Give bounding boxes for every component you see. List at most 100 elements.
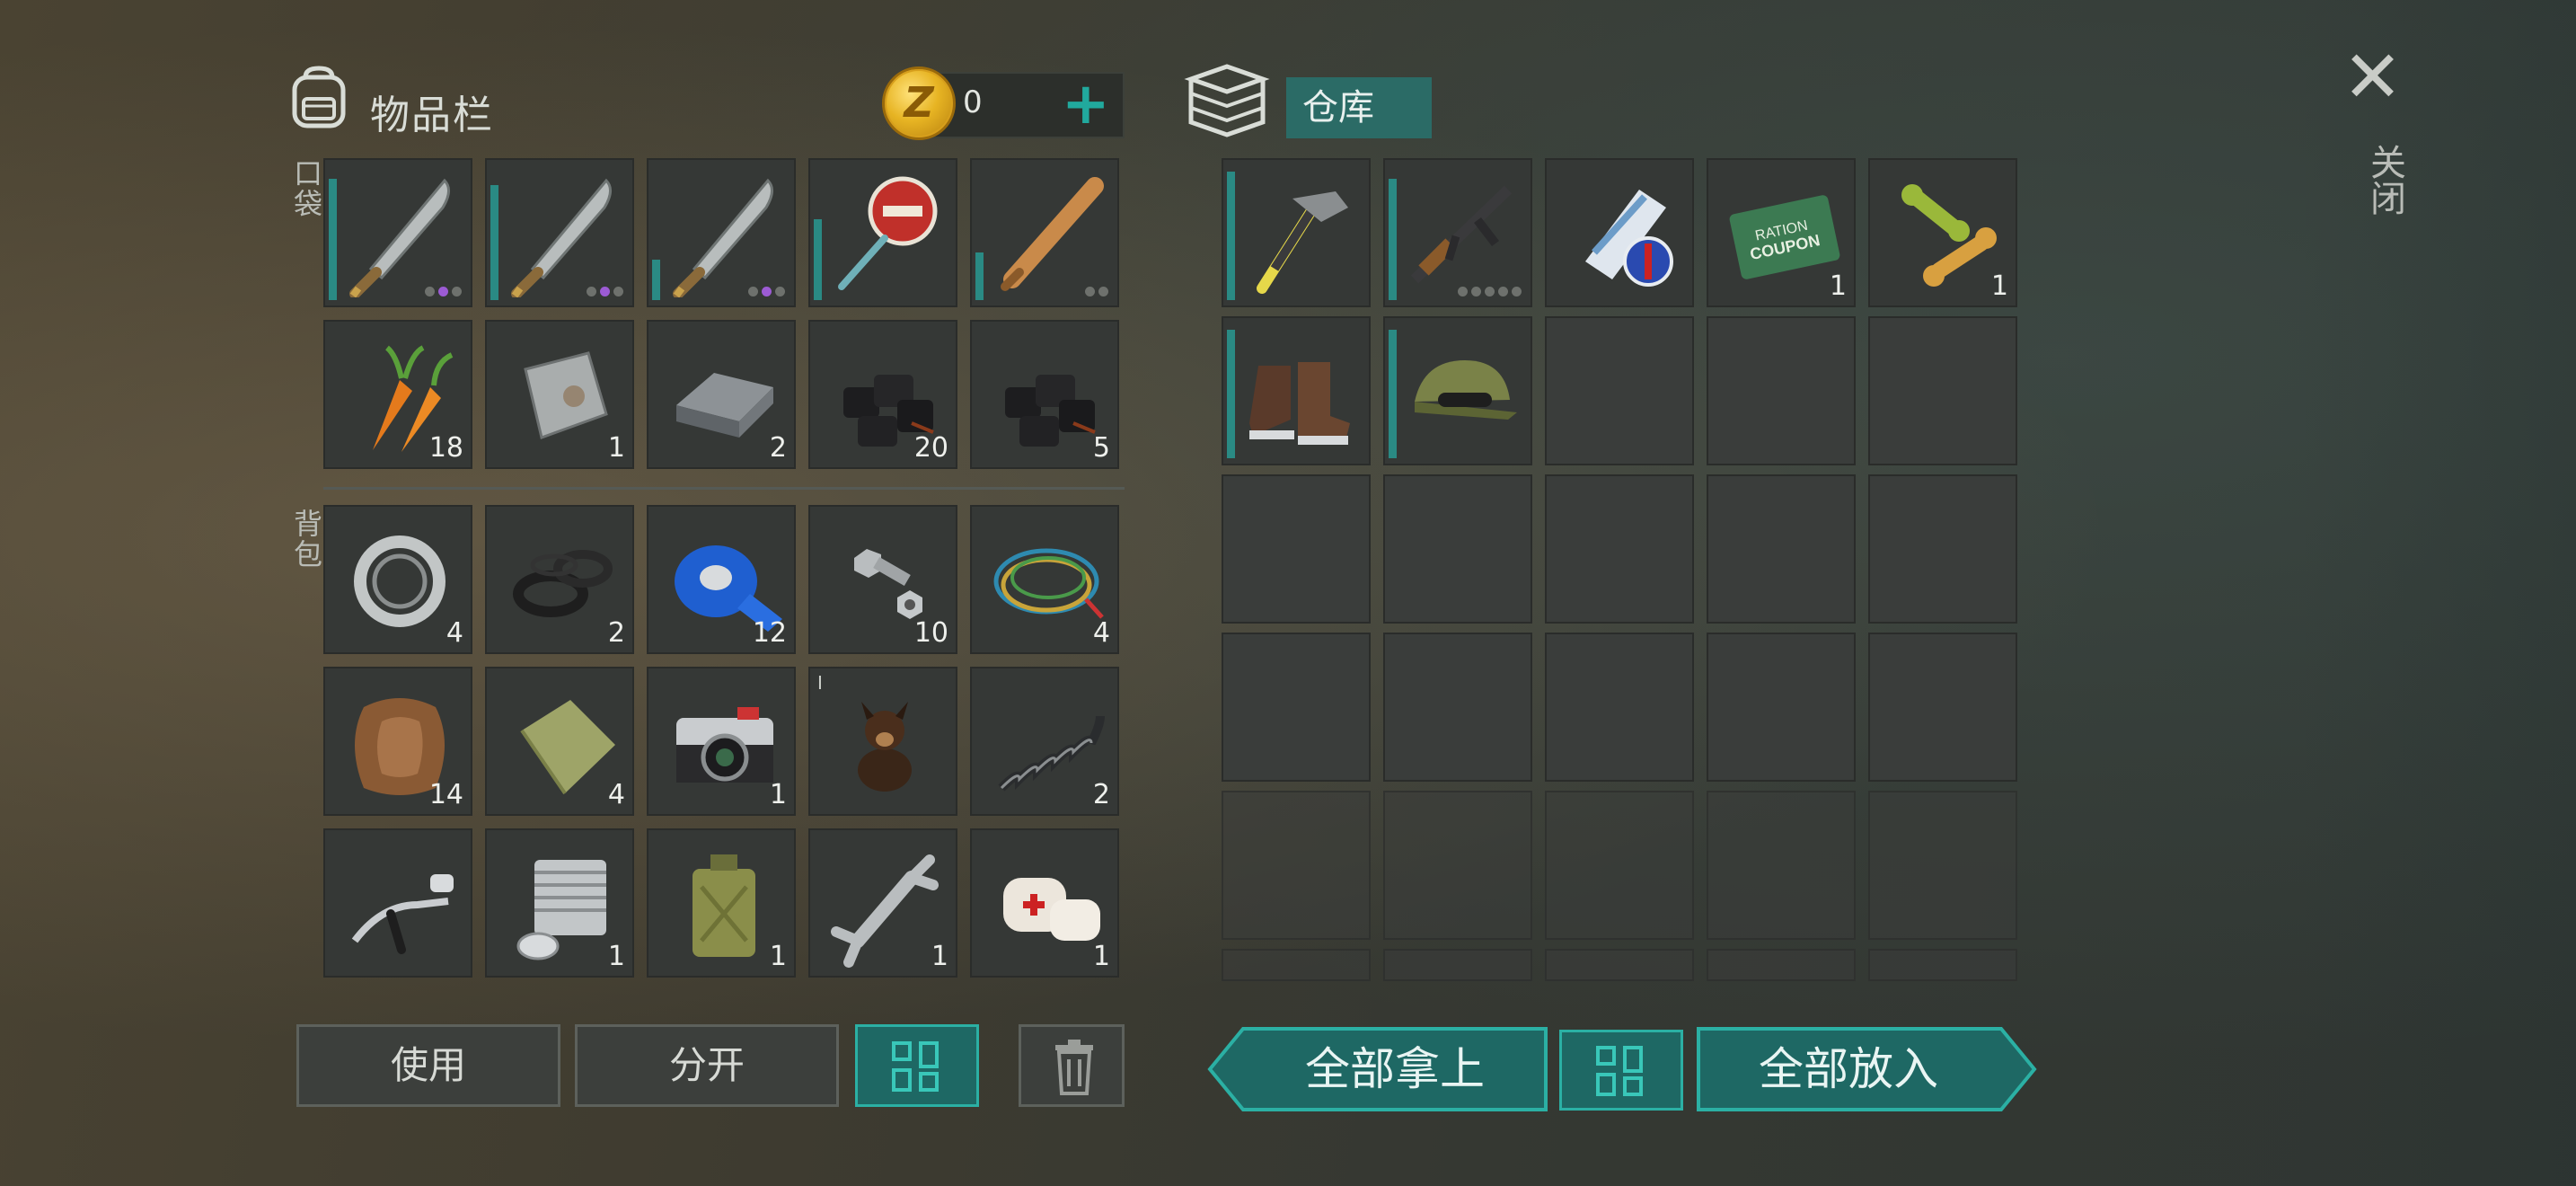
- inventory-slot[interactable]: 1: [1868, 158, 2017, 307]
- empty-slot[interactable]: [1707, 474, 1856, 624]
- item-quantity: 4: [607, 779, 625, 810]
- inventory-slot[interactable]: 2: [485, 505, 634, 654]
- inventory-slot[interactable]: [1383, 316, 1532, 465]
- empty-slot[interactable]: [1383, 474, 1532, 624]
- inventory-slot[interactable]: 20: [808, 320, 957, 469]
- inventory-slot[interactable]: 4: [323, 505, 472, 654]
- inventory-slot[interactable]: 1: [808, 828, 957, 978]
- coin-letter: Z: [904, 78, 934, 127]
- quality-dots: [748, 287, 785, 296]
- inventory-slot[interactable]: 1: [485, 320, 634, 469]
- inventory-slot[interactable]: 1: [647, 828, 796, 978]
- jerry-can-icon: [693, 854, 755, 957]
- empty-slot[interactable]: [1868, 316, 2017, 465]
- inventory-slot[interactable]: 12: [647, 505, 796, 654]
- rolled-poster-icon: [1585, 190, 1673, 287]
- inventory-slot[interactable]: 14: [323, 667, 472, 816]
- empty-slot[interactable]: [1868, 949, 2017, 981]
- inventory-slot[interactable]: 10: [808, 505, 957, 654]
- dog-figure-icon: [858, 702, 912, 792]
- inventory-slot[interactable]: 1: [485, 828, 634, 978]
- inventory-slot[interactable]: 2: [647, 320, 796, 469]
- inventory-slot[interactable]: RATION COUPON 1: [1707, 158, 1856, 307]
- item-quantity: 14: [428, 779, 463, 810]
- split-button[interactable]: 分开: [575, 1024, 839, 1107]
- empty-slot[interactable]: [1383, 949, 1532, 981]
- coin-icon: Z: [882, 66, 956, 140]
- empty-slot[interactable]: [1222, 474, 1371, 624]
- baseball-bat-icon: [1001, 177, 1104, 291]
- inventory-slot[interactable]: [323, 828, 472, 978]
- inventory-slot[interactable]: 4: [970, 505, 1119, 654]
- rubber-seals-icon: [513, 550, 613, 617]
- item-quantity: 1: [1990, 270, 2008, 302]
- use-button[interactable]: 使用: [296, 1024, 560, 1107]
- inventory-slot[interactable]: 5: [970, 320, 1119, 469]
- empty-slot[interactable]: [1545, 316, 1694, 465]
- empty-slot[interactable]: [1545, 633, 1694, 782]
- delete-button[interactable]: [1019, 1024, 1125, 1107]
- inventory-slot[interactable]: [970, 158, 1119, 307]
- grid-icon: [1596, 1046, 1646, 1096]
- item-quantity: 1: [607, 941, 625, 972]
- inventory-slot[interactable]: 4: [485, 667, 634, 816]
- item-quantity: 2: [769, 432, 787, 464]
- inventory-slot[interactable]: 18: [323, 320, 472, 469]
- empty-slot[interactable]: [1222, 791, 1371, 940]
- cloth-icon: [520, 700, 615, 795]
- empty-slot[interactable]: [1222, 949, 1371, 981]
- inventory-slot[interactable]: [1383, 158, 1532, 307]
- take-all-button[interactable]: 全部拿上: [1243, 1026, 1547, 1112]
- inventory-slot[interactable]: [485, 158, 634, 307]
- inventory-slot[interactable]: 2: [970, 667, 1119, 816]
- sort-inventory-button[interactable]: [855, 1024, 979, 1107]
- close-label[interactable]: 关闭: [2359, 144, 2411, 216]
- item-quantity: 1: [769, 941, 787, 972]
- item-quantity: 10: [913, 617, 948, 649]
- inventory-slot[interactable]: [1545, 158, 1694, 307]
- empty-slot[interactable]: [1707, 316, 1856, 465]
- engine-cylinder-icon: [516, 860, 606, 960]
- inventory-slot[interactable]: [323, 158, 472, 307]
- item-quantity: 1: [769, 779, 787, 810]
- camera-icon: [676, 707, 773, 783]
- storage-tab[interactable]: 仓库: [1286, 77, 1432, 138]
- backpack-label: 背包: [289, 509, 323, 570]
- empty-slot[interactable]: [1383, 791, 1532, 940]
- wrench-icon: [831, 854, 939, 968]
- inventory-slot[interactable]: I: [808, 667, 957, 816]
- empty-slot[interactable]: [1868, 791, 2017, 940]
- item-quantity: 4: [446, 617, 463, 649]
- empty-slot[interactable]: [1868, 633, 2017, 782]
- ration-coupon-icon: RATIONCOUPON: [1729, 195, 1840, 279]
- item-quantity: 5: [1092, 432, 1110, 464]
- bearing-icon: [354, 535, 446, 627]
- coin-balance: 0: [963, 84, 983, 120]
- empty-slot[interactable]: [1707, 949, 1856, 981]
- empty-slot[interactable]: [1545, 949, 1694, 981]
- add-coins-button[interactable]: +: [1062, 75, 1110, 133]
- inventory-slot[interactable]: [808, 158, 957, 307]
- inventory-slot[interactable]: [1222, 158, 1371, 307]
- empty-slot[interactable]: [1222, 633, 1371, 782]
- right-panel-shade: [2299, 0, 2576, 1186]
- close-icon[interactable]: ✕: [2342, 41, 2403, 113]
- handlebar-icon: [351, 874, 454, 954]
- inventory-slot[interactable]: 1: [970, 828, 1119, 978]
- slot-marker: I: [817, 672, 823, 694]
- put-all-button[interactable]: 全部放入: [1696, 1026, 2001, 1112]
- durability-bar: [1227, 172, 1235, 300]
- empty-slot[interactable]: [1545, 474, 1694, 624]
- empty-slot[interactable]: [1707, 633, 1856, 782]
- empty-slot[interactable]: [1545, 791, 1694, 940]
- inventory-slot[interactable]: 1: [647, 667, 796, 816]
- inventory-slot[interactable]: [647, 158, 796, 307]
- durability-bar: [652, 260, 660, 300]
- machete-icon: [673, 178, 773, 297]
- empty-slot[interactable]: [1707, 791, 1856, 940]
- empty-slot[interactable]: [1383, 633, 1532, 782]
- sort-storage-button[interactable]: [1559, 1030, 1683, 1111]
- empty-slot[interactable]: [1868, 474, 2017, 624]
- item-quantity: 20: [913, 432, 948, 464]
- inventory-slot[interactable]: [1222, 316, 1371, 465]
